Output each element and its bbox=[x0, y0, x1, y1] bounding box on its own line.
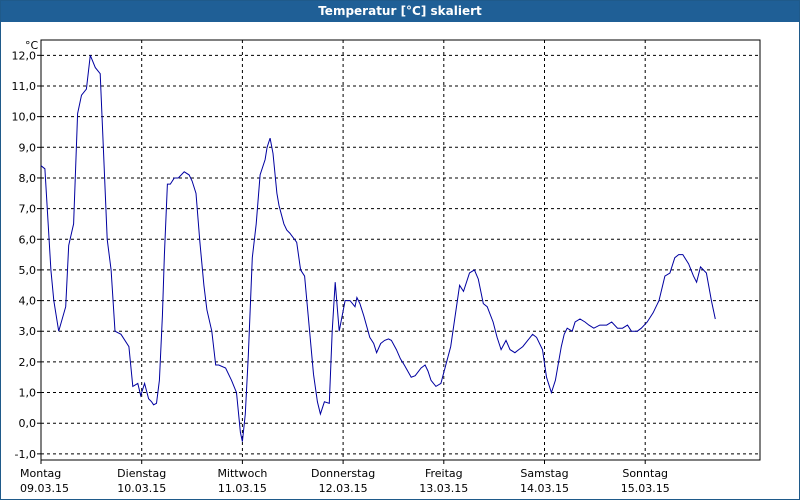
x-tick-label-day: Freitag bbox=[425, 467, 463, 480]
y-tick-label: 8,0 bbox=[19, 172, 37, 185]
window-title: Temperatur [°C] skaliert bbox=[1, 1, 799, 22]
x-tick-label-day: Donnerstag bbox=[311, 467, 375, 480]
x-tick-label-date: 15.03.15 bbox=[621, 482, 670, 495]
x-tick-label-date: 12.03.15 bbox=[319, 482, 368, 495]
temperature-chart: 12,011,010,09,08,07,06,05,04,03,02,01,00… bbox=[12, 39, 761, 495]
y-tick-label: 9,0 bbox=[19, 141, 37, 154]
y-tick-label: -1,0 bbox=[15, 448, 36, 461]
x-tick-label-date: 11.03.15 bbox=[218, 482, 267, 495]
x-tick-label-date: 10.03.15 bbox=[117, 482, 166, 495]
x-tick-label-day: Mittwoch bbox=[217, 467, 267, 480]
y-tick-label: 0,0 bbox=[19, 417, 37, 430]
x-tick-label-day: Dienstag bbox=[117, 467, 166, 480]
y-axis-unit-label: °C bbox=[25, 39, 39, 52]
y-axis-ticks: 12,011,010,09,08,07,06,05,04,03,02,01,00… bbox=[12, 49, 41, 461]
y-tick-label: 11,0 bbox=[12, 80, 37, 93]
x-tick-label-date: 14.03.15 bbox=[520, 482, 569, 495]
y-tick-label: 10,0 bbox=[12, 111, 37, 124]
y-tick-label: 4,0 bbox=[19, 295, 37, 308]
x-tick-label-date: 13.03.15 bbox=[419, 482, 468, 495]
grid bbox=[41, 40, 760, 460]
y-tick-label: 6,0 bbox=[19, 233, 37, 246]
y-tick-label: 1,0 bbox=[19, 387, 37, 400]
x-tick-label-day: Samstag bbox=[520, 467, 568, 480]
y-tick-label: 7,0 bbox=[19, 203, 37, 216]
plot-frame bbox=[40, 39, 761, 461]
x-tick-label-day: Montag bbox=[20, 467, 61, 480]
y-tick-label: 3,0 bbox=[19, 325, 37, 338]
y-tick-label: 2,0 bbox=[19, 356, 37, 369]
y-tick-label: 5,0 bbox=[19, 264, 37, 277]
x-tick-label-date: 09.03.15 bbox=[20, 482, 69, 495]
x-tick-label-day: Sonntag bbox=[622, 467, 668, 480]
x-axis-ticks: Montag 09.03.15 Dienstag 10.03.15 Mittwoch 11… bbox=[20, 460, 670, 495]
